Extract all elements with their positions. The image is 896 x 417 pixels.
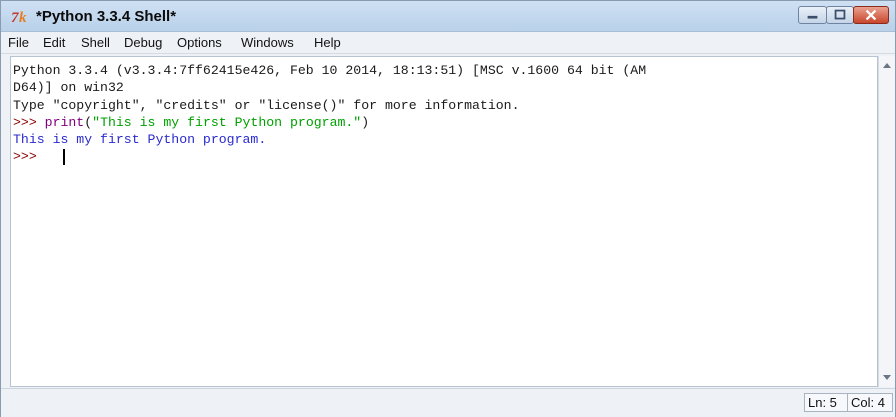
menu-help[interactable]: Help [314, 35, 341, 50]
command-line: >>> print("This is my first Python progr… [13, 114, 369, 131]
status-bar: Ln: 5 Col: 4 [1, 388, 895, 417]
info-line: Type "copyright", "credits" or "license(… [13, 98, 520, 113]
current-prompt: >>> [13, 149, 45, 164]
menu-debug[interactable]: Debug [124, 35, 162, 50]
close-icon [865, 9, 877, 21]
menu-bar: File Edit Shell Debug Options Windows He… [1, 32, 895, 54]
print-keyword: print [44, 115, 85, 130]
maximize-button[interactable] [826, 6, 854, 24]
idle-shell-window: 7 k *Python 3.3.4 Shell* File Edit Shell… [0, 0, 896, 417]
svg-text:7: 7 [11, 10, 19, 25]
vertical-scrollbar[interactable] [878, 56, 895, 387]
menu-shell[interactable]: Shell [81, 35, 110, 50]
shell-text-area[interactable]: Python 3.3.4 (v3.3.4:7ff62415e426, Feb 1… [10, 56, 878, 387]
menu-file[interactable]: File [8, 35, 29, 50]
menu-options[interactable]: Options [177, 35, 222, 50]
title-bar[interactable]: 7 k *Python 3.3.4 Shell* [1, 1, 895, 32]
line-number-status: Ln: 5 [804, 393, 848, 412]
svg-text:k: k [19, 10, 27, 25]
window-controls [798, 6, 889, 26]
window-title: *Python 3.3.4 Shell* [36, 8, 177, 25]
close-button[interactable] [853, 6, 889, 24]
output-line: This is my first Python program. [13, 132, 267, 147]
text-cursor [63, 149, 65, 165]
prompt: >>> [13, 115, 45, 130]
python-feather-icon: 7 k [11, 10, 27, 25]
menu-edit[interactable]: Edit [43, 35, 65, 50]
scroll-down-arrow-icon[interactable] [879, 369, 895, 386]
string-literal: "This is my first Python program." [92, 115, 362, 130]
open-paren: ( [84, 115, 93, 130]
close-paren: ) [361, 115, 370, 130]
minimize-button[interactable] [798, 6, 827, 24]
column-number-status: Col: 4 [847, 393, 893, 412]
scroll-up-arrow-icon[interactable] [879, 57, 895, 74]
menu-windows[interactable]: Windows [241, 35, 294, 50]
banner-line-continued: D64)] on win32 [13, 80, 124, 95]
banner-line: Python 3.3.4 (v3.3.4:7ff62415e426, Feb 1… [13, 63, 647, 78]
